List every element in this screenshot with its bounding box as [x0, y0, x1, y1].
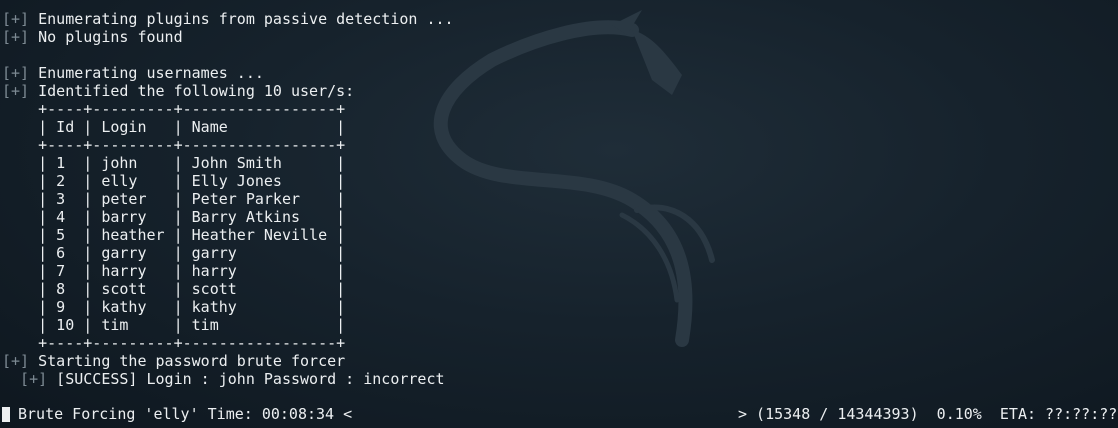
user-table-border: +----+---------+-----------------+	[2, 334, 346, 352]
terminal-line: [+] Enumerating plugins from passive det…	[2, 10, 454, 28]
status-right-text: > (15348 / 14344393) 0.10% ETA: ??:??:??	[738, 405, 1118, 423]
user-table-row: | 9 | kathy | kathy |	[2, 298, 346, 316]
user-table-row: | 5 | heather | Heather Neville |	[2, 226, 346, 244]
progress-status-bar: Brute Forcing 'elly' Time: 00:08:34 < > …	[0, 405, 1118, 423]
user-table-row: | 4 | barry | Barry Atkins |	[2, 208, 346, 226]
success-line: [+] [SUCCESS] Login : john Password : in…	[2, 370, 445, 388]
user-table-row: | 2 | elly | Elly Jones |	[2, 172, 346, 190]
kali-dragon-icon	[433, 10, 715, 347]
terminal-output[interactable]: [+] Enumerating plugins from passive det…	[2, 0, 1116, 428]
user-table-row: | 6 | garry | garry |	[2, 244, 346, 262]
user-table-border: +----+---------+-----------------+	[2, 136, 346, 154]
cursor-block	[2, 407, 10, 422]
terminal-line: [+] Identified the following 10 user/s:	[2, 82, 355, 100]
status-left-text: Brute Forcing 'elly' Time: 00:08:34 <	[18, 405, 353, 423]
user-table-row: | 3 | peter | Peter Parker |	[2, 190, 346, 208]
user-table-row: | 1 | john | John Smith |	[2, 154, 346, 172]
terminal-line: [+] Starting the password brute forcer	[2, 352, 346, 370]
user-table-row: | 7 | harry | harry |	[2, 262, 346, 280]
user-table-row: | 10 | tim | tim |	[2, 316, 346, 334]
terminal-line: [+] Enumerating usernames ...	[2, 64, 264, 82]
user-table-row: | 8 | scott | scott |	[2, 280, 346, 298]
user-table-header: | Id | Login | Name |	[2, 118, 346, 136]
terminal-line: [+] No plugins found	[2, 28, 183, 46]
user-table-border: +----+---------+-----------------+	[2, 100, 346, 118]
